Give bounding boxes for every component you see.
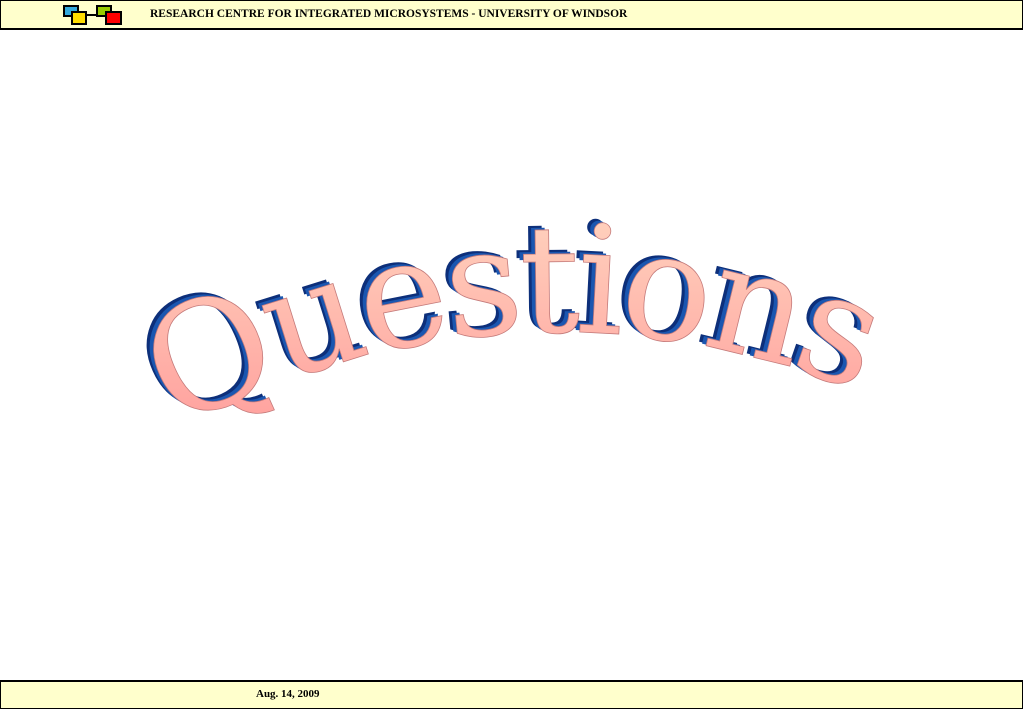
wordart-face: Questions?	[0, 0, 900, 461]
footer-date: Aug. 14, 2009	[256, 688, 320, 700]
slide-heading: Questions?	[0, 0, 906, 462]
questions-wordart: Questions? Questions? Questions?	[0, 0, 906, 462]
footer-bar: Aug. 14, 2009	[0, 680, 1023, 709]
